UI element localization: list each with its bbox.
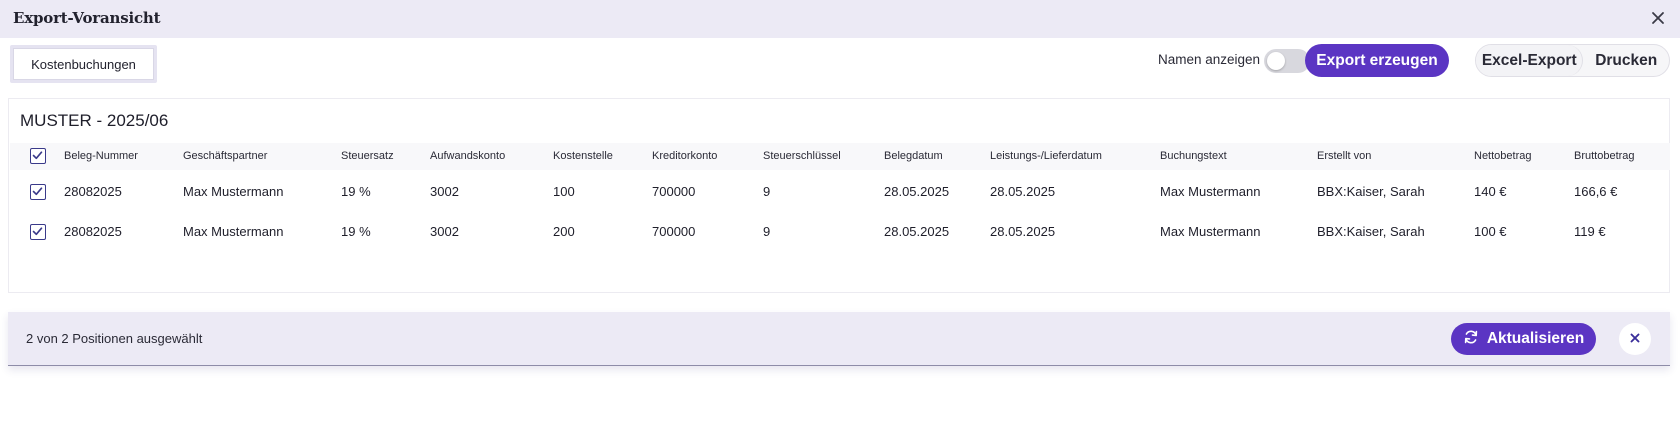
cell-lieferdatum: 28.05.2025 [990,184,1056,199]
cell-erstellt-von: BBX:Kaiser, Sarah [1317,224,1425,239]
export-actions-group: Excel-Export Drucken [1475,44,1670,77]
row-checkbox[interactable] [30,184,46,200]
print-button[interactable]: Drucken [1583,45,1669,76]
column-header[interactable]: Steuerschlüssel [763,150,841,162]
column-header[interactable]: Steuersatz [341,150,394,162]
close-icon [1629,332,1641,347]
cell-steuersatz: 19 % [341,224,371,239]
table-row[interactable]: 28082025 Max Mustermann 19 % 3002 200 70… [10,212,1670,252]
export-button[interactable]: Export erzeugen [1305,44,1449,77]
column-header[interactable]: Nettobetrag [1474,150,1531,162]
cell-beleg-nummer: 28082025 [64,224,122,239]
column-header[interactable]: Kostenstelle [553,150,613,162]
cell-aufwandskonto: 3002 [430,224,459,239]
selection-status: 2 von 2 Positionen ausgewählt [26,331,203,346]
column-header[interactable]: Leistungs-/Lieferdatum [990,150,1102,162]
cell-kostenstelle: 200 [553,224,575,239]
cell-belegdatum: 28.05.2025 [884,184,950,199]
window-titlebar: Export-Voransicht [0,0,1680,38]
cell-steuerschluessel: 9 [763,184,771,199]
cell-nettobetrag: 140 € [1474,184,1507,199]
cell-nettobetrag: 100 € [1474,224,1507,239]
excel-export-button[interactable]: Excel-Export [1476,45,1584,76]
select-all-checkbox[interactable] [30,148,46,164]
cell-kostenstelle: 100 [553,184,575,199]
close-icon[interactable] [1648,8,1668,28]
show-names-toggle[interactable] [1264,49,1310,73]
cell-kreditorkonto: 700000 [652,184,696,199]
cell-lieferdatum: 28.05.2025 [990,224,1056,239]
cell-kreditorkonto: 700000 [652,224,696,239]
tab-kostenbuchungen[interactable]: Kostenbuchungen [13,48,154,80]
cell-steuersatz: 19 % [341,184,371,199]
column-header[interactable]: Geschäftspartner [183,150,267,162]
cell-erstellt-von: BBX:Kaiser, Sarah [1317,184,1425,199]
column-header[interactable]: Erstellt von [1317,150,1371,162]
cell-geschaeftspartner: Max Mustermann [183,224,284,239]
cell-geschaeftspartner: Max Mustermann [183,184,284,199]
column-header[interactable]: Beleg-Nummer [64,150,138,162]
dismiss-button[interactable] [1619,323,1651,355]
refresh-icon [1463,329,1479,350]
cell-steuerschluessel: 9 [763,224,771,239]
table-title: MUSTER - 2025/06 [20,111,169,130]
cell-buchungstext: Max Mustermann [1160,184,1261,199]
column-header[interactable]: Kreditorkonto [652,150,717,162]
cell-aufwandskonto: 3002 [430,184,459,199]
cell-bruttobetrag: 119 € [1574,224,1606,239]
refresh-button[interactable]: Aktualisieren [1451,323,1596,355]
cell-bruttobetrag: 166,6 € [1574,184,1618,199]
column-header[interactable]: Bruttobetrag [1574,150,1635,162]
cell-belegdatum: 28.05.2025 [884,224,950,239]
toggle-knob [1267,52,1285,70]
selection-footer: 2 von 2 Positionen ausgewählt Aktualisie… [8,312,1670,366]
column-header[interactable]: Buchungstext [1160,150,1227,162]
window-title: Export-Voransicht [13,9,161,27]
table-row[interactable]: 28082025 Max Mustermann 19 % 3002 100 70… [10,172,1670,212]
column-header[interactable]: Aufwandskonto [430,150,505,162]
cell-buchungstext: Max Mustermann [1160,224,1261,239]
row-checkbox[interactable] [30,224,46,240]
tab-bar: Kostenbuchungen [10,45,157,83]
column-header[interactable]: Belegdatum [884,150,943,162]
toggle-label: Namen anzeigen [1158,52,1261,67]
table-card: MUSTER - 2025/06 Beleg-Nummer Geschäftsp… [8,98,1670,293]
table-header: Beleg-Nummer Geschäftspartner Steuersatz… [10,143,1670,170]
cell-beleg-nummer: 28082025 [64,184,122,199]
refresh-label: Aktualisieren [1486,330,1585,347]
